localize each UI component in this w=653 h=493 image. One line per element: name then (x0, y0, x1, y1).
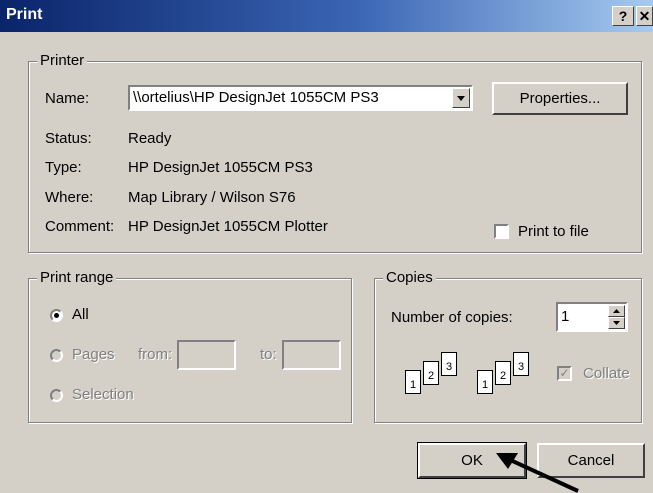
status-value: Ready (128, 130, 172, 147)
type-label: Type: (45, 159, 82, 176)
help-button[interactable]: ? (612, 6, 634, 26)
where-label: Where: (45, 189, 94, 206)
print-to-file-checkbox[interactable] (494, 224, 509, 239)
close-icon: ✕ (638, 8, 651, 24)
printer-group-title: Printer (37, 52, 88, 69)
page-icon: 2 (495, 361, 511, 385)
all-radio[interactable] (50, 309, 63, 322)
comment-label: Comment: (45, 218, 115, 235)
copies-spinner-input[interactable]: 1 (556, 302, 628, 332)
close-button[interactable]: ✕ (636, 6, 653, 26)
name-label: Name: (45, 90, 90, 107)
window-title: Print (6, 6, 43, 23)
collate-label[interactable]: Collate (583, 365, 630, 382)
arrow-pointer-icon (496, 453, 579, 493)
copies-value: 1 (561, 308, 570, 325)
selection-radio[interactable] (50, 389, 63, 402)
ok-button-label: OK (461, 452, 483, 469)
from-label: from: (138, 346, 173, 363)
chevron-down-icon[interactable] (452, 88, 470, 108)
properties-button-label: Properties... (519, 90, 601, 107)
to-label: to: (260, 346, 277, 363)
collate-checkbox[interactable]: ✓ (557, 366, 572, 381)
status-label: Status: (45, 130, 92, 147)
pages-radio-label[interactable]: Pages (72, 346, 115, 363)
all-radio-label[interactable]: All (72, 306, 89, 323)
check-icon: ✓ (559, 366, 570, 380)
page-icon: 2 (423, 361, 439, 385)
printer-name-select[interactable]: \\ortelius\HP DesignJet 1055CM PS3 (128, 85, 473, 111)
help-icon: ? (618, 8, 628, 24)
comment-value: HP DesignJet 1055CM Plotter (128, 218, 328, 235)
type-value: HP DesignJet 1055CM PS3 (128, 159, 313, 176)
printer-name-value: \\ortelius\HP DesignJet 1055CM PS3 (133, 89, 379, 106)
title-bar: Print ? ✕ (0, 0, 653, 32)
copies-group-title: Copies (383, 269, 436, 286)
spin-up-button[interactable] (608, 305, 625, 317)
print-range-group-title: Print range (37, 269, 117, 286)
print-to-file-label[interactable]: Print to file (518, 223, 589, 240)
page-icon: 1 (477, 370, 493, 394)
chevron-down-icon (613, 321, 620, 325)
pages-radio[interactable] (50, 349, 63, 362)
to-input[interactable] (282, 340, 341, 370)
where-value: Map Library / Wilson S76 (128, 189, 296, 206)
print-dialog: Print ? ✕ Printer Name: \\ortelius\HP De… (0, 0, 653, 493)
copies-group: Copies (374, 269, 642, 423)
page-icon: 3 (441, 352, 457, 376)
page-icon: 3 (513, 352, 529, 376)
chevron-up-icon (613, 309, 620, 313)
selection-radio-label[interactable]: Selection (72, 386, 134, 403)
properties-button[interactable]: Properties... (492, 82, 628, 115)
page-icon: 1 (405, 370, 421, 394)
from-input[interactable] (177, 340, 236, 370)
spin-down-button[interactable] (608, 317, 625, 329)
number-of-copies-label: Number of copies: (391, 309, 513, 326)
